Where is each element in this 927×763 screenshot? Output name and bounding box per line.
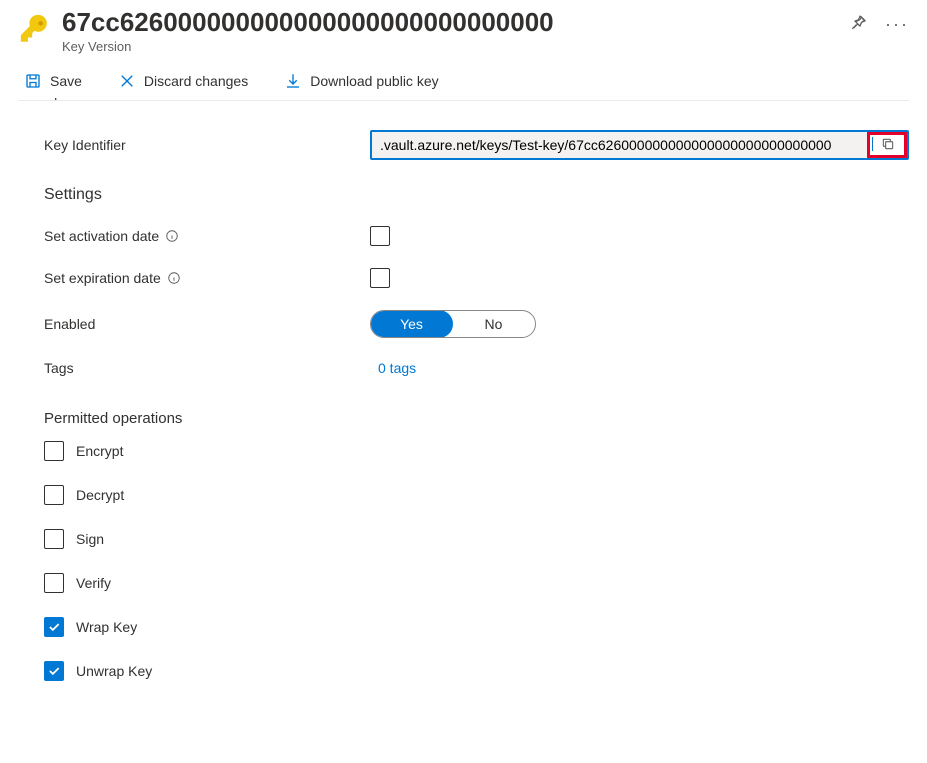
op-wrap-label: Wrap Key — [76, 619, 137, 635]
op-sign-checkbox[interactable] — [44, 529, 64, 549]
updated-row-peek: Updated — [44, 98, 909, 108]
info-icon[interactable] — [167, 271, 181, 285]
op-verify-checkbox[interactable] — [44, 573, 64, 593]
save-label: Save — [50, 73, 82, 89]
enabled-label: Enabled — [44, 316, 370, 332]
enabled-toggle[interactable]: Yes No — [370, 310, 536, 338]
expiration-date-checkbox[interactable] — [370, 268, 390, 288]
download-public-key-button[interactable]: Download public key — [278, 68, 444, 94]
page-title: 67cc626000000000000000000000000000 — [62, 8, 826, 37]
download-label: Download public key — [310, 73, 438, 89]
discard-button[interactable]: Discard changes — [112, 68, 254, 94]
op-encrypt-row: Encrypt — [44, 441, 909, 461]
op-sign-row: Sign — [44, 529, 909, 549]
tags-row: Tags 0 tags — [18, 360, 909, 376]
tags-label: Tags — [44, 360, 370, 376]
copy-key-identifier-button[interactable] — [872, 137, 902, 151]
permitted-operations-heading: Permitted operations — [18, 410, 909, 427]
op-unwrap-row: Unwrap Key — [44, 661, 909, 681]
more-menu-button[interactable]: ··· — [885, 20, 909, 29]
expiration-date-label: Set expiration date — [44, 270, 161, 286]
enabled-yes-option[interactable]: Yes — [370, 310, 453, 338]
save-button[interactable]: Save — [18, 68, 88, 94]
op-encrypt-checkbox[interactable] — [44, 441, 64, 461]
op-decrypt-checkbox[interactable] — [44, 485, 64, 505]
expiration-date-row: Set expiration date — [18, 268, 909, 288]
key-identifier-row: Key Identifier — [18, 130, 909, 160]
op-wrap-row: Wrap Key — [44, 617, 909, 637]
op-decrypt-label: Decrypt — [76, 487, 124, 503]
op-sign-label: Sign — [76, 531, 104, 547]
op-verify-label: Verify — [76, 575, 111, 591]
op-unwrap-label: Unwrap Key — [76, 663, 152, 679]
activation-date-checkbox[interactable] — [370, 226, 390, 246]
enabled-row: Enabled Yes No — [18, 310, 909, 338]
page-subtitle: Key Version — [62, 39, 826, 54]
discard-label: Discard changes — [144, 73, 248, 89]
pin-button[interactable] — [850, 14, 867, 34]
tags-link[interactable]: 0 tags — [370, 360, 416, 376]
settings-heading: Settings — [18, 186, 909, 204]
key-identifier-label: Key Identifier — [44, 137, 370, 153]
op-unwrap-checkbox[interactable] — [44, 661, 64, 681]
key-identifier-input[interactable] — [372, 132, 870, 158]
info-icon[interactable] — [165, 229, 179, 243]
op-decrypt-row: Decrypt — [44, 485, 909, 505]
page-header: 67cc626000000000000000000000000000 Key V… — [18, 0, 909, 54]
key-icon — [18, 12, 52, 46]
command-bar: Save Discard changes Download public key — [18, 68, 909, 94]
op-wrap-checkbox[interactable] — [44, 617, 64, 637]
activation-date-label: Set activation date — [44, 228, 159, 244]
activation-date-row: Set activation date — [18, 226, 909, 246]
enabled-no-option[interactable]: No — [452, 311, 535, 337]
op-verify-row: Verify — [44, 573, 909, 593]
op-encrypt-label: Encrypt — [76, 443, 123, 459]
